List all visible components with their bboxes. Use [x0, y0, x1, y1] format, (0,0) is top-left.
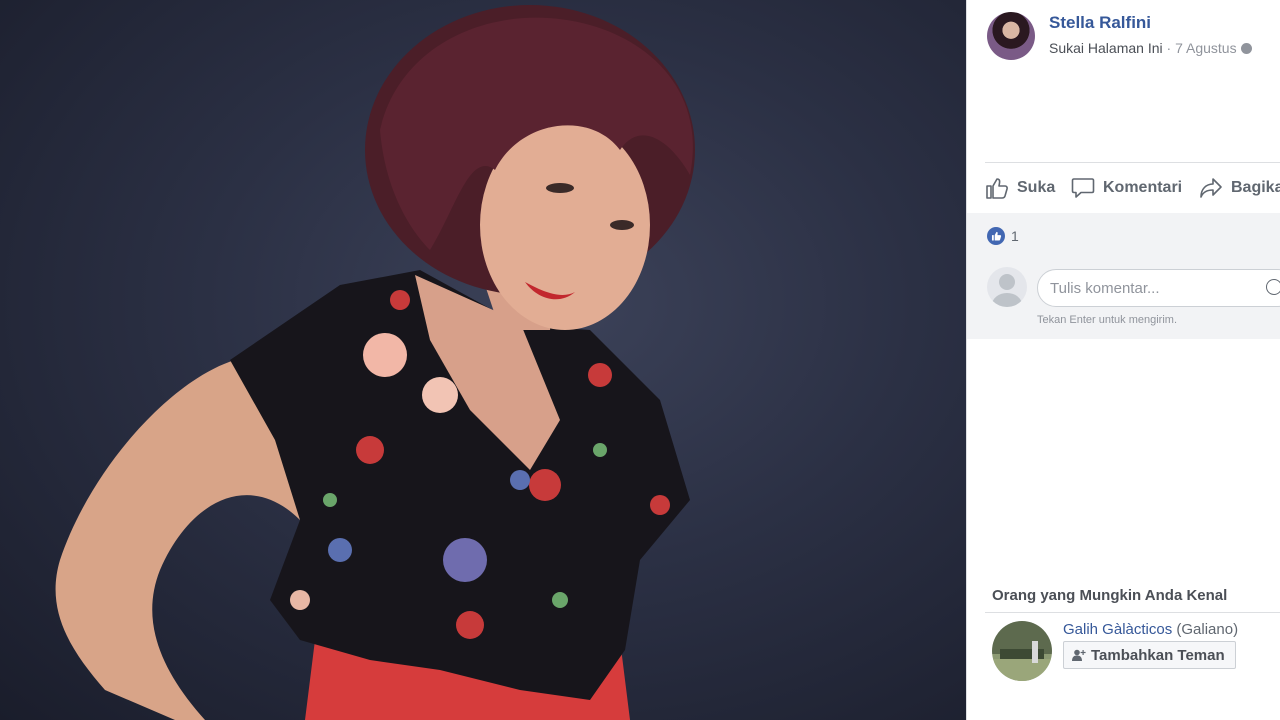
share-label: Bagikan: [1231, 179, 1280, 196]
author-name[interactable]: Stella Ralfini: [1049, 13, 1151, 33]
share-button[interactable]: Bagikan: [1199, 163, 1280, 213]
pymk-divider: [985, 612, 1280, 613]
post-date[interactable]: 7 Agustus: [1175, 40, 1237, 56]
like-reaction-icon: [987, 227, 1005, 245]
author-avatar[interactable]: [987, 12, 1035, 60]
meta-separator: ·: [1162, 40, 1176, 56]
comment-hint: Tekan Enter untuk mengirim.: [1037, 314, 1178, 326]
user-avatar: [987, 267, 1027, 307]
share-icon: [1200, 178, 1222, 198]
post-meta: Sukai Halaman Ini · 7 Agustus: [1049, 40, 1252, 56]
like-button[interactable]: Suka: [985, 163, 1055, 213]
friend-avatar[interactable]: [992, 621, 1052, 681]
post-sidebar: Stella Ralfini Sukai Halaman Ini · 7 Agu…: [966, 0, 1280, 720]
comment-label: Komentari: [1103, 179, 1183, 196]
add-friend-icon: [1072, 649, 1086, 661]
action-bar: Suka Komentari Bagikan: [985, 162, 1280, 214]
comments-area: 1 Tekan Enter untuk mengirim.: [967, 213, 1280, 339]
friend-name-row: Galih Gàlàcticos (Galiano): [1063, 621, 1238, 638]
friend-subtitle: (Galiano): [1176, 621, 1239, 638]
emoji-icon[interactable]: [1266, 279, 1280, 295]
comment-button[interactable]: Komentari: [1071, 163, 1182, 213]
friend-name[interactable]: Galih Gàlàcticos: [1063, 621, 1172, 638]
comment-icon: [1071, 178, 1095, 198]
thumbs-up-icon: [986, 178, 1008, 199]
portrait-illustration: [55, 5, 695, 720]
comment-input[interactable]: [1037, 269, 1280, 307]
post-photo[interactable]: [0, 0, 966, 720]
like-page-link[interactable]: Sukai Halaman Ini: [1049, 40, 1163, 56]
globe-icon: [1240, 43, 1252, 54]
add-friend-button[interactable]: Tambahkan Teman: [1063, 641, 1236, 669]
pymk-title: Orang yang Mungkin Anda Kenal: [992, 587, 1228, 604]
add-friend-label: Tambahkan Teman: [1091, 646, 1225, 664]
like-label: Suka: [1017, 179, 1056, 196]
reaction-count: 1: [1011, 228, 1019, 244]
reaction-summary[interactable]: 1: [987, 227, 1019, 245]
